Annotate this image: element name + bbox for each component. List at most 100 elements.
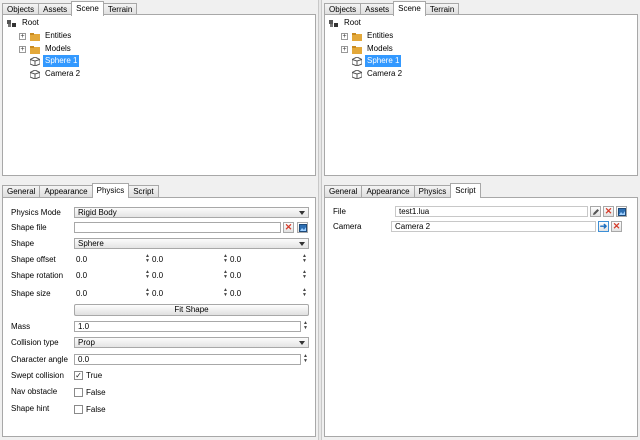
physics-panel: Physics Mode Rigid Body Shape file ✕ Sha… [2,197,316,437]
shape-value: Sphere [78,239,104,248]
spin-value: 0.0 [230,255,242,264]
tree-item-sphere-1[interactable]: Sphere 1 [30,55,80,67]
tree-item-label: Models [367,44,393,53]
mass-label: Mass [11,322,31,331]
shape-size-label: Shape size [11,289,51,298]
arrow-right-icon: ➜ [599,221,608,231]
tree-item-root[interactable]: Root [329,17,363,29]
collision-type-select[interactable]: Prop [74,337,309,348]
picture-icon [298,224,307,232]
chevron-down-icon [299,211,305,215]
swept-collision-label: Swept collision [11,371,64,380]
nav-obstacle-checkbox[interactable] [74,388,83,397]
tree-item-models[interactable]: + Models [341,43,395,55]
left-top-tabbar: Objects Assets Scene Terrain [2,1,138,16]
shape-offset-label: Shape offset [11,255,56,264]
spin-arrows-icon[interactable]: ▲ ▼ [145,270,150,280]
close-icon: ✕ [604,206,613,216]
tree-item-label: Root [344,18,361,27]
chevron-down-icon [299,242,305,246]
tree-item-label: Sphere 1 [365,55,402,67]
picture-icon [617,208,626,216]
spin-arrows-icon[interactable]: ▲ ▼ [223,254,228,264]
expand-icon[interactable]: + [19,32,26,40]
tree-item-label: Camera 2 [367,69,403,78]
tree-item-label: Sphere 1 [43,55,80,67]
shape-hint-text: False [86,405,106,414]
shape-select[interactable]: Sphere [74,238,309,249]
spin-arrows-icon[interactable]: ▲ ▼ [145,288,150,298]
folder-icon [352,32,362,41]
tab-physics[interactable]: Physics [91,183,130,198]
swept-collision-checkbox[interactable]: ✓ [74,371,83,380]
tree-item-label: Entities [45,31,72,40]
spin-arrows-icon[interactable]: ▲ ▼ [223,270,228,280]
folder-icon [30,32,40,41]
tab-script[interactable]: Script [450,183,481,198]
tab-scene[interactable]: Scene [71,1,104,16]
go-to-camera-button[interactable]: ➜ [598,221,609,232]
collision-type-value: Prop [78,338,95,347]
folder-icon [30,45,40,54]
spin-arrows-icon[interactable]: ▲ ▼ [303,321,308,331]
root-icon [329,19,338,27]
tree-item-camera-2[interactable]: Camera 2 [352,68,404,80]
spin-value: 0.0 [76,289,88,298]
tab-scene[interactable]: Scene [393,1,426,16]
folder-icon [352,45,362,54]
left-property-tabbar: General Appearance Physics Script [2,183,159,198]
spin-value: 0.0 [230,289,242,298]
left-pane: Objects Assets Scene Terrain Root + Enti… [0,0,318,440]
physics-mode-label: Physics Mode [11,208,61,217]
tree-item-root[interactable]: Root [7,17,41,29]
close-icon: ✕ [612,221,621,231]
root-icon [7,19,16,27]
edit-script-button[interactable] [590,206,601,217]
spin-arrows-icon[interactable]: ▲ ▼ [302,254,307,264]
spin-arrows-icon[interactable]: ▲ ▼ [302,270,307,280]
physics-mode-value: Rigid Body [78,208,117,217]
shape-rotation-label: Shape rotation [11,271,64,280]
expand-icon[interactable]: + [341,45,348,53]
spin-value: 0.0 [76,271,88,280]
collision-type-label: Collision type [11,338,59,347]
spin-arrows-icon[interactable]: ▲ ▼ [302,288,307,298]
expand-icon[interactable]: + [19,45,26,53]
expand-icon[interactable]: + [341,32,348,40]
browse-script-button[interactable] [616,206,627,217]
clear-camera-button[interactable]: ✕ [611,221,622,232]
clear-shape-file-button[interactable]: ✕ [283,222,294,233]
chevron-down-icon [299,341,305,345]
camera-input[interactable]: Camera 2 [391,221,596,232]
tree-item-entities[interactable]: + Entities [341,30,395,42]
scene-tree[interactable]: Root + Entities + Models Sphere 1 Camera… [2,14,316,176]
script-file-input[interactable]: test1.lua [395,206,588,217]
shape-hint-checkbox[interactable] [74,405,83,414]
mesh-icon [352,56,362,66]
mass-input[interactable]: 1.0 [74,321,301,332]
tree-item-models[interactable]: + Models [19,43,73,55]
physics-mode-select[interactable]: Rigid Body [74,207,309,218]
script-panel: File test1.lua ✕ Camera Camera 2 ➜ ✕ [324,197,638,437]
character-angle-input[interactable]: 0.0 [74,354,301,365]
tree-item-label: Entities [367,31,394,40]
shape-file-input[interactable] [74,222,281,233]
shape-file-label: Shape file [11,223,47,232]
mesh-icon [352,69,362,79]
spin-arrows-icon[interactable]: ▲ ▼ [145,254,150,264]
fit-shape-button[interactable]: Fit Shape [74,304,309,316]
scene-tree[interactable]: Root + Entities + Models Sphere 1 Camera… [324,14,638,176]
spin-arrows-icon[interactable]: ▲ ▼ [223,288,228,298]
tree-item-camera-2[interactable]: Camera 2 [30,68,82,80]
checkmark-icon: ✓ [75,371,82,380]
tree-item-sphere-1[interactable]: Sphere 1 [352,55,402,67]
tree-item-entities[interactable]: + Entities [19,30,73,42]
spin-value: 0.0 [230,271,242,280]
character-angle-label: Character angle [11,355,68,364]
mesh-icon [30,69,40,79]
clear-script-button[interactable]: ✕ [603,206,614,217]
spin-arrows-icon[interactable]: ▲ ▼ [303,354,308,364]
right-property-tabbar: General Appearance Physics Script [324,183,481,198]
browse-shape-file-button[interactable] [297,222,308,233]
mesh-icon [30,56,40,66]
